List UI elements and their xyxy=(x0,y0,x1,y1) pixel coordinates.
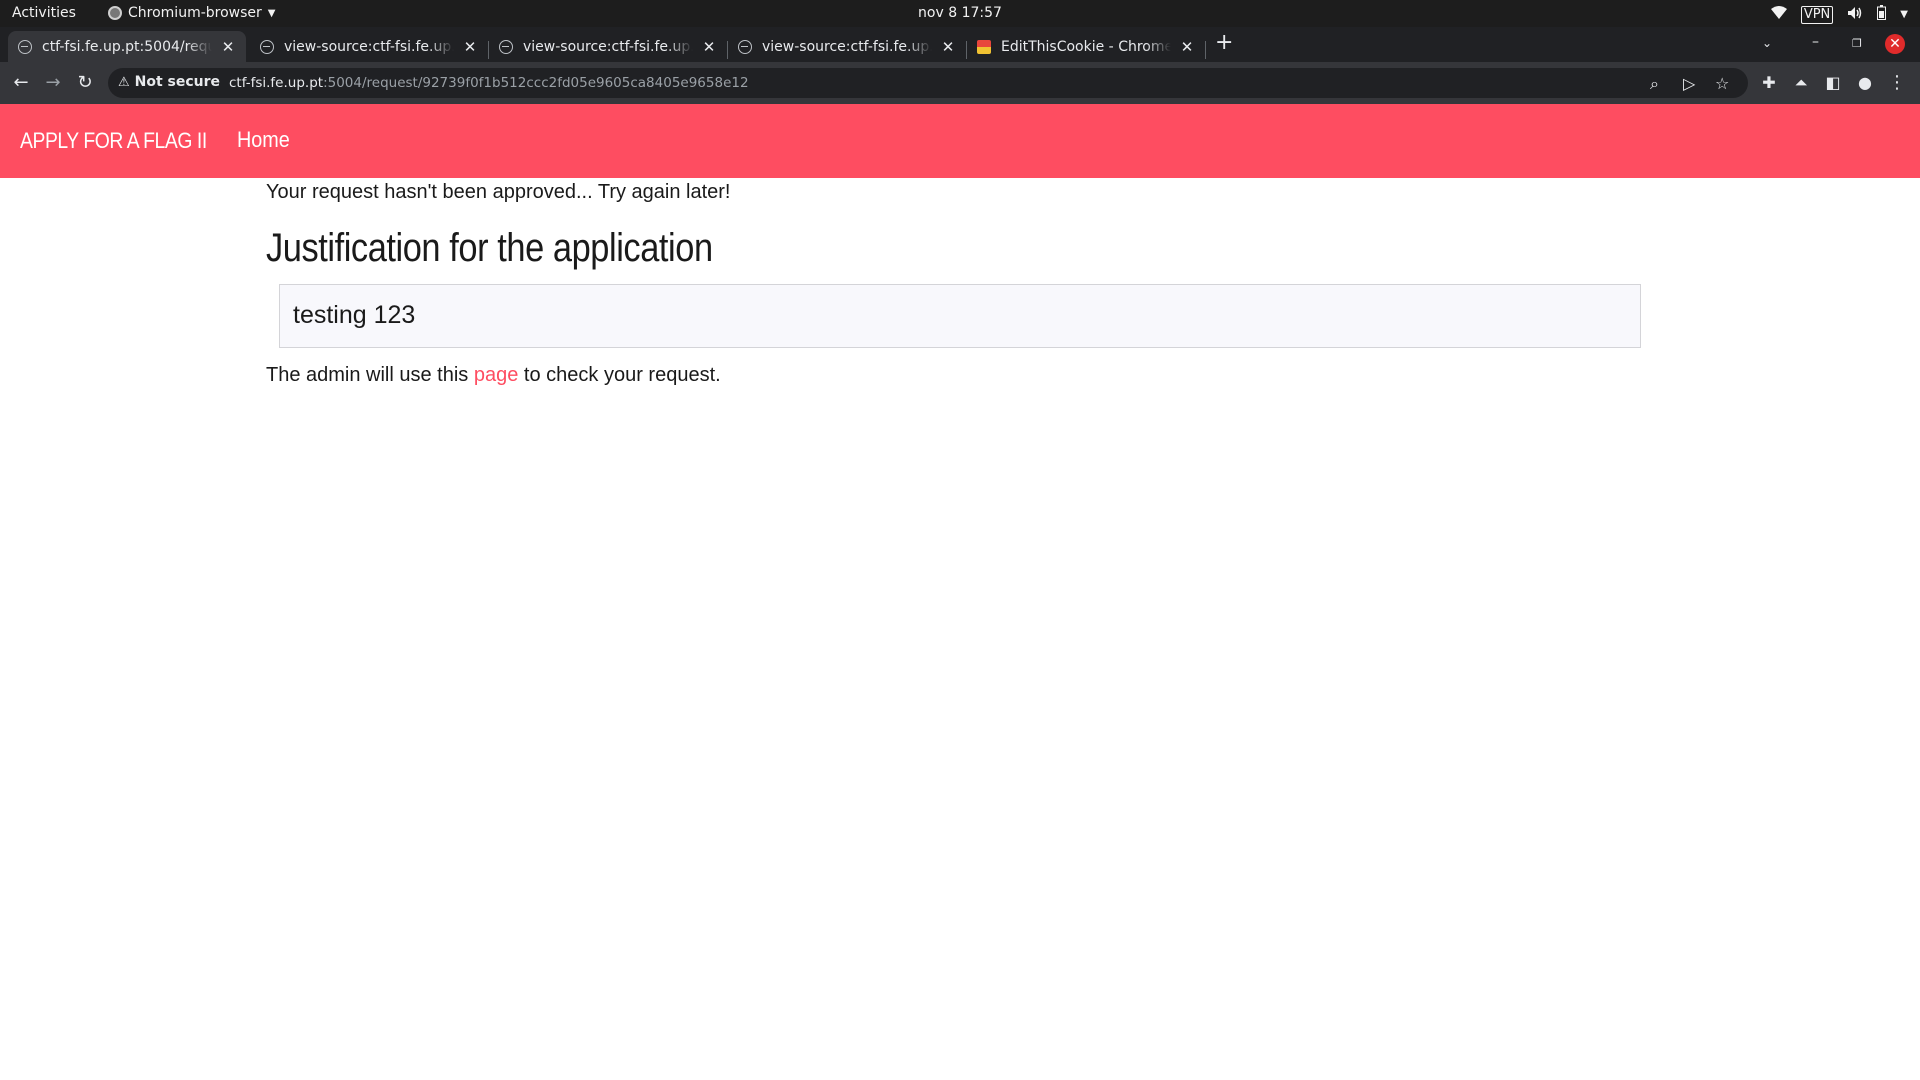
bookmark-star-icon[interactable]: ☆ xyxy=(1715,74,1729,93)
profile-icon[interactable]: ● xyxy=(1854,72,1876,94)
caret-down-icon: ▼ xyxy=(1900,9,1908,20)
vpn-icon: VPN xyxy=(1800,6,1834,24)
app-menu-label: Chromium-browser xyxy=(128,5,262,21)
minimize-button[interactable]: – xyxy=(1812,34,1819,50)
page-heading: Justification for the application xyxy=(266,226,713,270)
forward-icon[interactable]: → xyxy=(42,72,64,94)
labs-flask-icon[interactable]: ⏶ xyxy=(1790,72,1812,94)
justification-text: testing 123 xyxy=(293,301,416,329)
close-tab-icon[interactable]: ✕ xyxy=(1179,38,1195,56)
site-navbar: APPLY FOR A FLAG II Home xyxy=(0,104,1920,178)
admin-note-suffix: to check your request. xyxy=(518,364,721,386)
globe-icon xyxy=(499,39,513,54)
tab-title: view-source:ctf-fsi.fe.up.pt:5004/ xyxy=(523,38,693,55)
url-path: :5004/request/92739f0f1b512ccc2fd05e9605… xyxy=(323,75,749,91)
globe-icon xyxy=(18,39,32,54)
tab-search-icon[interactable]: ⌄ xyxy=(1762,36,1772,50)
tab-title: view-source:ctf-fsi.fe.up.pt:5004/ xyxy=(762,38,932,55)
reload-icon[interactable]: ↻ xyxy=(74,72,96,94)
activities-button[interactable]: Activities xyxy=(12,5,76,21)
site-brand[interactable]: APPLY FOR A FLAG II xyxy=(20,128,207,154)
close-tab-icon[interactable]: ✕ xyxy=(220,38,236,56)
clock[interactable]: nov 8 17:57 xyxy=(918,5,1002,21)
volume-icon xyxy=(1847,6,1863,25)
warning-icon: ⚠ xyxy=(118,74,130,90)
justification-box: testing 123 xyxy=(279,284,1641,348)
restore-button[interactable]: ❐ xyxy=(1852,37,1862,50)
tab-editthiscookie[interactable]: EditThisCookie - Chrome Web Store ✕ xyxy=(967,31,1205,62)
close-tab-icon[interactable]: ✕ xyxy=(462,38,478,56)
url-host: ctf-fsi.fe.up.pt xyxy=(229,75,324,91)
tab-view-source-2[interactable]: view-source:ctf-fsi.fe.up.pt:5004/ ✕ xyxy=(489,31,727,62)
app-menu[interactable]: Chromium-browser ▼ xyxy=(108,5,275,21)
security-chip[interactable]: ⚠ Not secure xyxy=(118,74,220,90)
back-icon[interactable]: ← xyxy=(10,72,32,94)
editthiscookie-icon xyxy=(977,39,991,54)
side-panel-icon[interactable]: ◧ xyxy=(1822,72,1844,94)
admin-note-prefix: The admin will use this xyxy=(266,364,474,386)
send-tab-icon[interactable]: ▷ xyxy=(1683,74,1695,93)
tab-separator xyxy=(1205,41,1206,59)
tab-title: view-source:ctf-fsi.fe.up.pt:5004/ xyxy=(284,38,454,55)
globe-icon xyxy=(260,39,274,54)
battery-icon xyxy=(1877,5,1887,25)
tab-view-source-1[interactable]: view-source:ctf-fsi.fe.up.pt:5004/ ✕ xyxy=(250,31,488,62)
status-message: Your request hasn't been approved... Try… xyxy=(266,181,731,203)
tab-request[interactable]: ctf-fsi.fe.up.pt:5004/request/92739f0f1b… xyxy=(8,31,246,62)
menu-kebab-icon[interactable]: ⋮ xyxy=(1886,72,1908,94)
security-label: Not secure xyxy=(134,74,221,90)
url-text[interactable]: ctf-fsi.fe.up.pt:5004/request/92739f0f1b… xyxy=(229,75,749,91)
wifi-icon xyxy=(1770,6,1787,24)
system-top-bar: Activities Chromium-browser ▼ nov 8 17:5… xyxy=(0,0,1920,27)
system-status-area[interactable]: VPN ▼ xyxy=(1770,5,1908,25)
chromium-icon xyxy=(108,6,122,20)
globe-icon xyxy=(738,39,752,54)
browser-toolbar: ← → ↻ ⚠ Not secure ctf-fsi.fe.up.pt:5004… xyxy=(0,62,1920,104)
zoom-icon[interactable]: ⌕ xyxy=(1650,74,1659,94)
tab-title: ctf-fsi.fe.up.pt:5004/request/92739f0f1b… xyxy=(42,38,212,55)
close-tab-icon[interactable]: ✕ xyxy=(701,38,717,56)
address-bar[interactable]: ⚠ Not secure ctf-fsi.fe.up.pt:5004/reque… xyxy=(108,68,1748,98)
admin-note: The admin will use this page to check yo… xyxy=(266,364,721,387)
close-window-button[interactable]: ✕ xyxy=(1885,34,1905,54)
tab-strip: ctf-fsi.fe.up.pt:5004/request/92739f0f1b… xyxy=(0,27,1920,62)
nav-home-link[interactable]: Home xyxy=(237,127,290,153)
new-tab-button[interactable]: + xyxy=(1215,31,1233,55)
admin-page-link[interactable]: page xyxy=(474,364,519,386)
close-tab-icon[interactable]: ✕ xyxy=(940,38,956,56)
tab-view-source-3[interactable]: view-source:ctf-fsi.fe.up.pt:5004/ ✕ xyxy=(728,31,966,62)
tab-title: EditThisCookie - Chrome Web Store xyxy=(1001,38,1171,55)
extensions-icon[interactable]: ✚ xyxy=(1758,72,1780,94)
caret-down-icon: ▼ xyxy=(267,7,276,19)
